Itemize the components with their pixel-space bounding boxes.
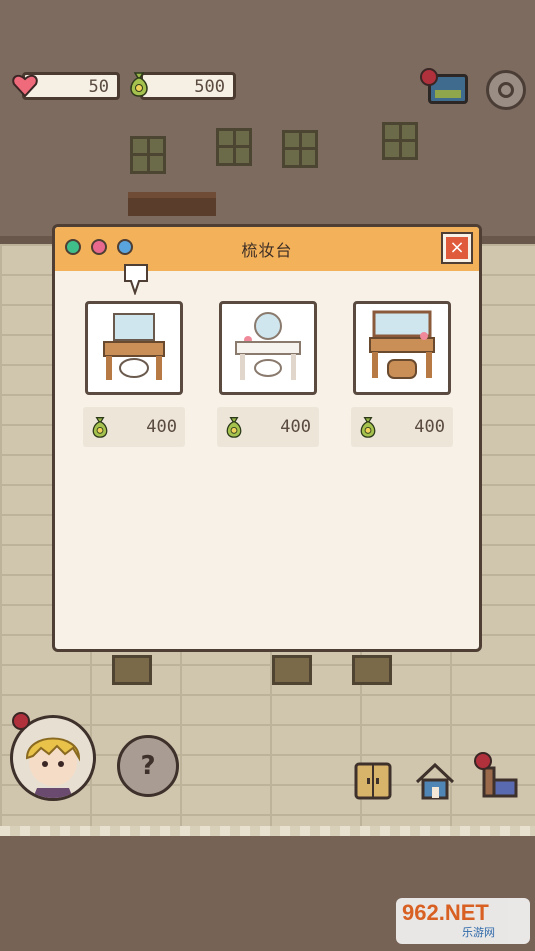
home-icon[interactable]: [414, 760, 456, 802]
notification-dot: [420, 68, 438, 86]
watermark-subtitle: 乐游网: [462, 926, 495, 939]
notification-dot: [12, 712, 30, 730]
heart-icon: [12, 74, 38, 98]
money-bag-icon: [226, 417, 242, 438]
coins-counter: 500: [140, 72, 236, 100]
floor-edge: [0, 826, 535, 836]
money-bag-icon: [360, 417, 376, 438]
vanity-table-icon: [103, 313, 165, 380]
wardrobe-icon[interactable]: [352, 760, 394, 802]
wall-window: [216, 128, 252, 166]
shop-item-vanity-wood[interactable]: 400: [83, 301, 185, 447]
money-bag-icon: [130, 72, 148, 97]
shop-item-vanity-white[interactable]: 400: [217, 301, 319, 447]
site-watermark: 962.NET 乐游网: [396, 898, 530, 944]
item-price: 400: [146, 417, 177, 437]
pointer-hand-icon: [124, 264, 148, 295]
price-tag: 400: [83, 407, 185, 447]
price-tag: 400: [217, 407, 319, 447]
price-tag: 400: [351, 407, 453, 447]
wall-window: [282, 130, 318, 168]
vanity-table-icon: [235, 312, 301, 380]
floor-crate: [352, 655, 392, 685]
item-card[interactable]: [85, 301, 183, 395]
floor-crate: [112, 655, 152, 685]
wall-window: [382, 122, 418, 160]
shop-item-vanity-classic[interactable]: 400: [351, 301, 453, 447]
close-button[interactable]: ×: [441, 232, 473, 264]
help-button[interactable]: ?: [117, 735, 179, 797]
item-card[interactable]: [353, 301, 451, 395]
item-price: 400: [414, 417, 445, 437]
panel-header: 梳妆台 ×: [55, 227, 479, 271]
floor-crate: [272, 655, 312, 685]
avatar-face-icon: [25, 737, 81, 798]
item-card[interactable]: [219, 301, 317, 395]
notification-dot: [474, 752, 492, 770]
room-wall: [0, 0, 535, 238]
item-price: 400: [280, 417, 311, 437]
vanity-table-icon: [369, 310, 435, 379]
settings-gear-icon[interactable]: [486, 70, 526, 110]
money-bag-icon: [92, 417, 108, 438]
wooden-shelf: [128, 192, 216, 216]
hearts-value: 50: [88, 77, 109, 97]
wall-window: [130, 136, 166, 174]
coins-value: 500: [194, 77, 225, 97]
shop-panel: 梳妆台 × 400 400 400: [52, 224, 482, 652]
watermark-logo: 962.NET: [402, 900, 489, 925]
panel-title: 梳妆台: [241, 241, 293, 260]
